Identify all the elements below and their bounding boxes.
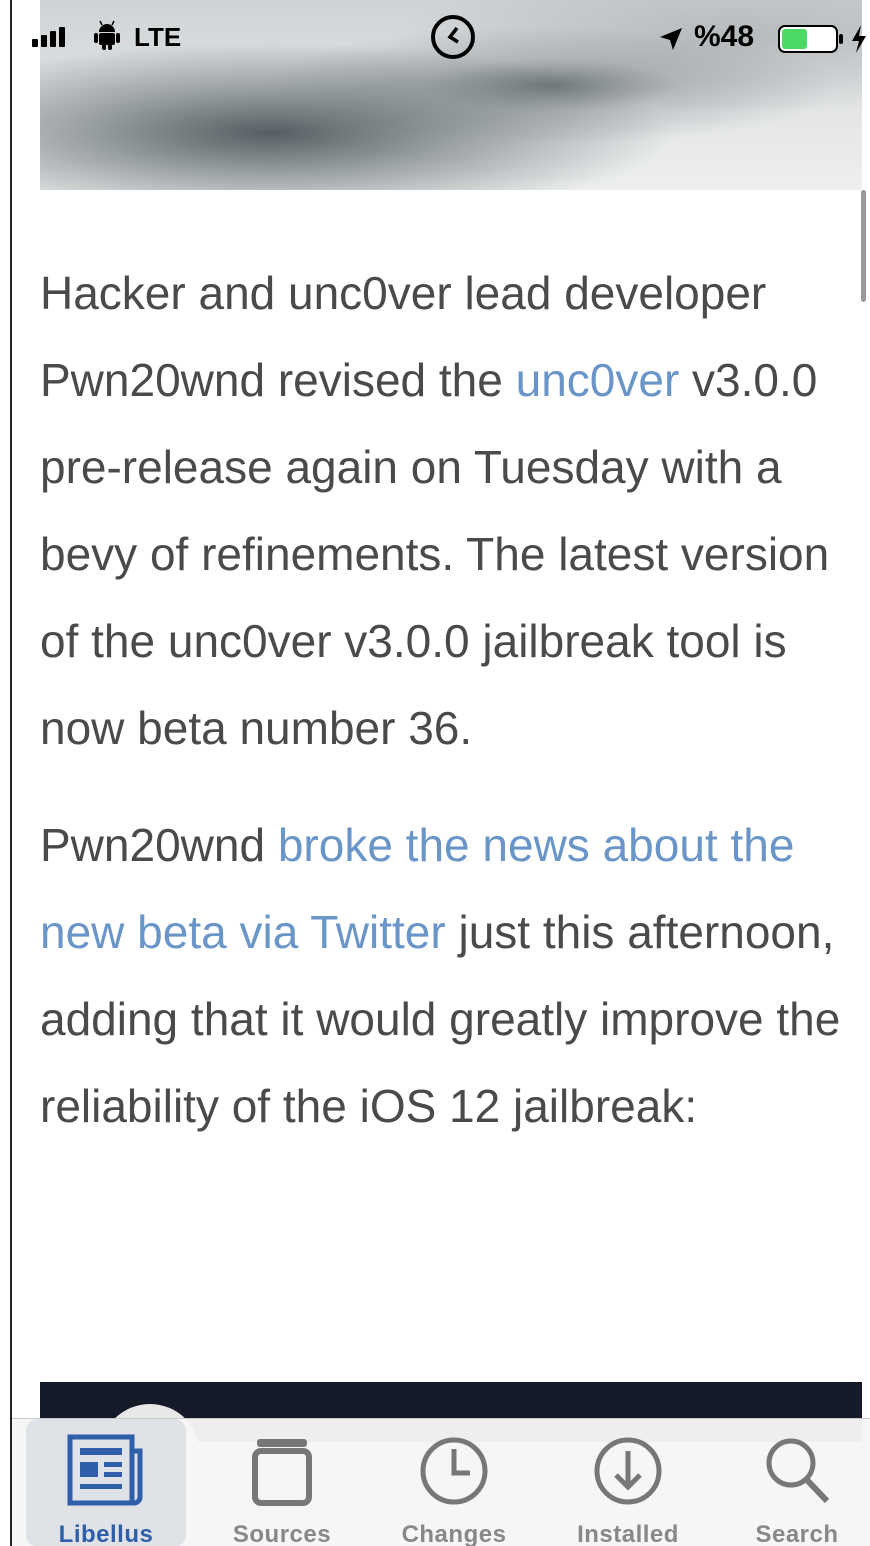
article-body: Hacker and unc0ver lead developer Pwn20w…: [40, 250, 860, 1150]
battery-icon: [778, 25, 843, 53]
scrollbar[interactable]: [861, 190, 866, 302]
alarm-clock-icon: [431, 15, 475, 59]
tab-search[interactable]: Search: [722, 1419, 870, 1546]
tab-changes[interactable]: Changes: [374, 1419, 534, 1546]
carrier-label: LTE: [134, 22, 182, 52]
android-icon: [94, 20, 120, 50]
tab-libellus[interactable]: Libellus: [26, 1419, 186, 1546]
location-arrow-icon: [660, 28, 682, 50]
tab-label: Sources: [232, 1521, 332, 1546]
signal-icon: [32, 27, 65, 47]
status-bar: LTE %48: [12, 0, 870, 70]
charging-bolt-icon: [852, 25, 866, 53]
article-paragraph: Pwn20wnd broke the news about the new be…: [40, 802, 860, 1150]
tab-bar: Libellus Sources Changes Installed Searc…: [12, 1418, 870, 1546]
tab-label: Libellus: [58, 1521, 154, 1546]
tab-installed[interactable]: Installed: [548, 1419, 708, 1546]
tab-sources[interactable]: Sources: [202, 1419, 362, 1546]
tab-label: Search: [755, 1521, 839, 1546]
sources-icon: [252, 1439, 312, 1506]
tab-label: Installed: [577, 1521, 679, 1546]
article-paragraph: Hacker and unc0ver lead developer Pwn20w…: [40, 250, 860, 772]
tab-label: Changes: [401, 1521, 507, 1546]
article-text: Pwn20wnd: [40, 819, 278, 871]
newspaper-icon: [67, 1434, 143, 1506]
article-text: v3.0.0 pre-release again on Tuesday with…: [40, 354, 830, 754]
unc0ver-link[interactable]: unc0ver: [516, 354, 680, 406]
app-screen: LTE %48 Hacker and unc0ver lead develope…: [10, 0, 870, 1546]
clock-icon: [420, 1437, 488, 1505]
download-icon: [594, 1437, 662, 1505]
search-icon: [766, 1438, 830, 1504]
battery-percent: %48: [694, 20, 755, 53]
